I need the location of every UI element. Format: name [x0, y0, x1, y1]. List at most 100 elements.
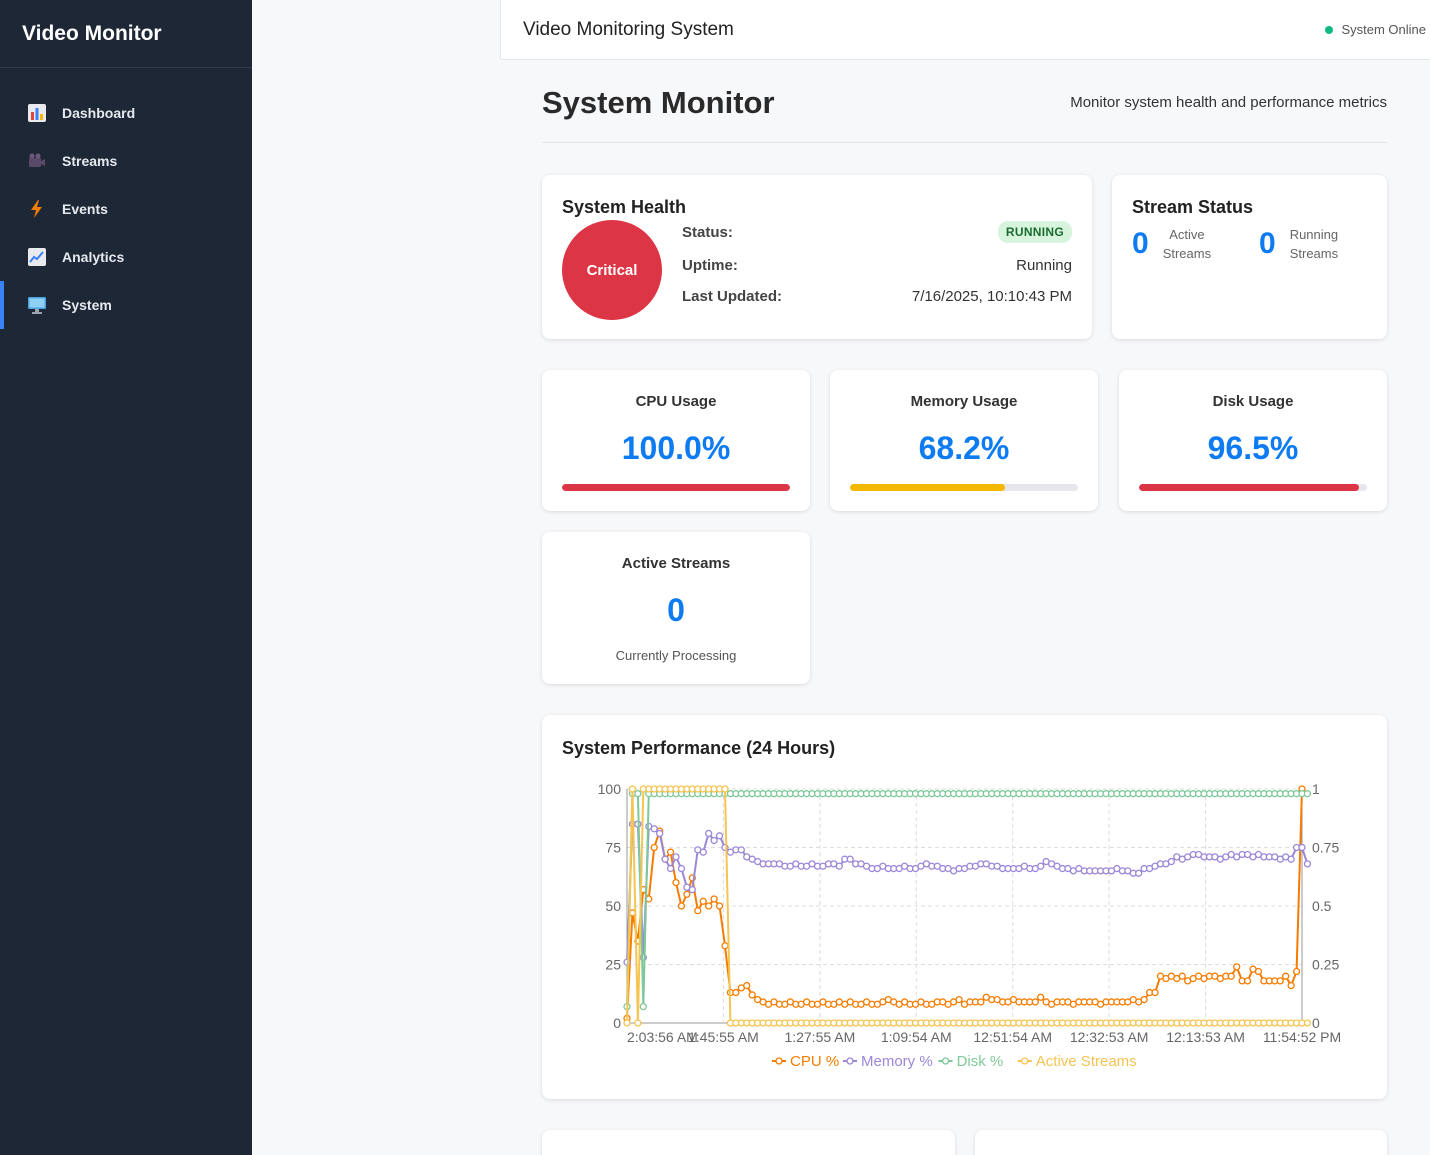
running-label-line2: Streams — [1289, 246, 1339, 261]
uptime-value: Running — [1016, 257, 1072, 274]
sidebar-item-system[interactable]: System — [0, 281, 252, 329]
y-right-tick-label: 1 — [1312, 781, 1320, 797]
series-point-1 — [1303, 860, 1312, 868]
legend-label: CPU % — [790, 1053, 839, 1070]
brand-title: Video Monitor — [0, 0, 252, 68]
page-title: System Monitor — [542, 85, 775, 120]
series-point-0 — [1243, 977, 1252, 985]
x-tick-label: 1:45:55 AM — [688, 1029, 759, 1045]
health-indicator: Critical — [562, 220, 662, 320]
series-point-0 — [699, 897, 707, 905]
active-label-line1: Active — [1169, 227, 1205, 242]
stream-status-title: Stream Status — [1132, 197, 1254, 217]
active-streams-card: Active Streams 0 Currently Processing — [542, 532, 810, 684]
y-right-tick-label: 0.5 — [1312, 898, 1332, 914]
series-point-1 — [737, 846, 745, 854]
series-point-1 — [672, 853, 680, 861]
disk-usage-label: Disk Usage — [1212, 393, 1294, 410]
sidebar-item-streams[interactable]: Streams — [0, 137, 252, 185]
status-badge: RUNNING — [997, 221, 1072, 243]
series-point-0 — [710, 895, 718, 903]
active-streams-stat: 0 Active Streams — [1132, 225, 1211, 263]
series-point-1 — [661, 855, 669, 863]
active-streams-card-sub: Currently Processing — [615, 648, 737, 663]
series-point-1 — [699, 848, 707, 856]
series-point-0 — [1140, 995, 1148, 1004]
page-subtitle: Monitor system health and performance me… — [1070, 94, 1387, 111]
sidebar-item-label: Analytics — [62, 249, 125, 265]
series-point-0 — [677, 902, 686, 910]
sidebar: Video Monitor Dashboard Streams Events A… — [0, 0, 252, 1155]
series-point-0 — [666, 848, 675, 856]
y-left-tick-label: 50 — [605, 898, 621, 914]
series-point-0 — [1037, 993, 1045, 1001]
y-left-tick-label: 25 — [605, 957, 621, 973]
running-streams-count: 0 — [1259, 227, 1276, 260]
series-point-0 — [1178, 972, 1186, 980]
legend-label: Active Streams — [1036, 1053, 1137, 1070]
sidebar-item-label: Streams — [62, 153, 118, 169]
top-bar: Video Monitoring System System Online — [500, 0, 1430, 60]
sidebar-item-dashboard[interactable]: Dashboard — [0, 89, 252, 137]
active-streams-count: 0 — [1132, 227, 1149, 260]
series-point-1 — [835, 862, 843, 870]
series-point-1 — [688, 885, 696, 894]
sidebar-item-analytics[interactable]: Analytics — [0, 233, 252, 281]
x-tick-label: 1:09:54 AM — [881, 1029, 952, 1045]
sidebar-nav: Dashboard Streams Events Analytics Syste… — [0, 89, 252, 329]
disk-usage-fill — [1139, 484, 1360, 491]
series-point-0 — [743, 981, 751, 990]
sidebar-item-label: System — [62, 297, 112, 313]
series-point-3 — [628, 785, 637, 793]
bar-chart-icon — [27, 103, 47, 123]
series-point-3 — [634, 1019, 642, 1027]
legend-marker-point — [846, 1057, 854, 1065]
system-health-card: System Health Critical Status: RUNNING U… — [542, 175, 1092, 339]
sidebar-item-label: Dashboard — [62, 105, 136, 121]
disk-usage-value: 96.5% — [1207, 430, 1299, 466]
series-point-1 — [846, 855, 854, 863]
sidebar-item-events[interactable]: Events — [0, 185, 252, 233]
series-point-3 — [1303, 1019, 1312, 1027]
legend-label: Disk % — [957, 1053, 1004, 1070]
y-left-tick-label: 100 — [598, 781, 622, 797]
series-point-0 — [1292, 967, 1301, 976]
sidebar-item-label: Events — [62, 201, 108, 217]
cpu-usage-bar — [562, 484, 790, 491]
video-camera-icon — [27, 151, 47, 171]
bottom-card-left — [542, 1130, 955, 1155]
series-point-1 — [705, 829, 713, 838]
series-point-1 — [715, 832, 724, 840]
series-point-0 — [1151, 988, 1159, 997]
x-tick-label: 11:54:52 PM — [1263, 1029, 1341, 1045]
system-status-text: System Online — [1341, 22, 1426, 37]
series-point-0 — [977, 998, 985, 1006]
series-point-0 — [1276, 977, 1284, 985]
y-right-tick-label: 0.75 — [1312, 840, 1339, 856]
monitor-icon — [27, 295, 47, 315]
memory-usage-fill — [850, 484, 1006, 491]
memory-usage-card: Memory Usage 68.2% — [830, 370, 1098, 511]
line-chart-icon — [27, 247, 47, 267]
x-tick-label: 1:27:55 AM — [784, 1029, 855, 1045]
series-point-1 — [677, 864, 686, 873]
series-point-1 — [1037, 862, 1045, 870]
series-point-0 — [672, 878, 680, 887]
cpu-usage-value: 100.0% — [621, 430, 731, 466]
series-point-0 — [694, 907, 702, 915]
series-point-0 — [1227, 972, 1235, 980]
memory-usage-value: 68.2% — [918, 430, 1010, 466]
lightning-icon — [27, 199, 47, 219]
series-point-3 — [721, 785, 729, 793]
series-point-0 — [650, 843, 658, 852]
disk-usage-card: Disk Usage 96.5% — [1119, 370, 1387, 511]
x-tick-label: 12:13:53 AM — [1166, 1029, 1245, 1045]
stream-status-card: Stream Status 0 Active Streams 0 Running… — [1112, 175, 1387, 339]
series-point-3 — [623, 1019, 631, 1027]
legend-marker-point — [1021, 1057, 1029, 1065]
active-streams-card-label: Active Streams — [621, 555, 731, 572]
series-point-2 — [639, 1002, 647, 1011]
header-divider — [542, 142, 1387, 143]
running-streams-stat: 0 Running Streams — [1259, 225, 1338, 263]
active-streams-label: Active Streams — [1163, 225, 1211, 263]
